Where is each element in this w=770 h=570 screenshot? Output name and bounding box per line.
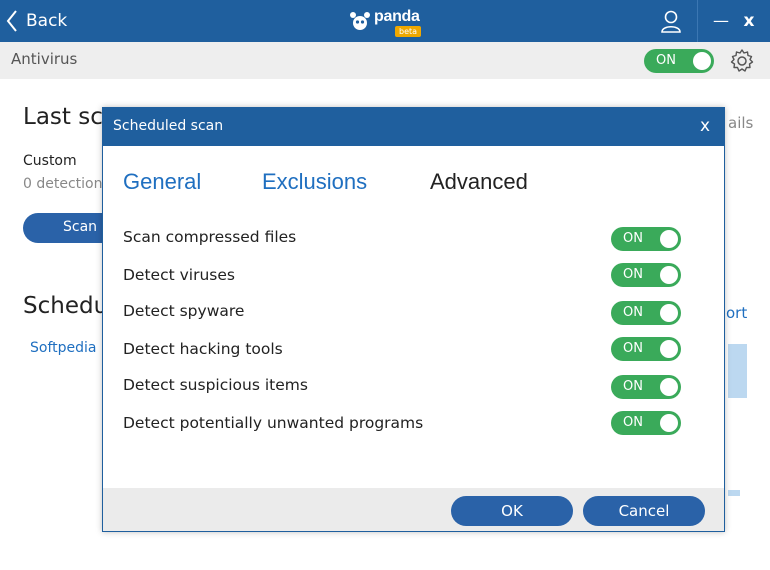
toggle-label: ON [623, 305, 643, 320]
detections-count: 0 detections [23, 176, 110, 192]
titlebar-separator [697, 0, 698, 42]
toggle-knob [660, 304, 678, 322]
chevron-left-icon [6, 10, 17, 32]
schedule-list-highlight [728, 344, 747, 398]
user-icon [661, 10, 681, 33]
tab-exclusions[interactable]: Exclusions [262, 169, 367, 195]
option-label-spyware: Detect spyware [123, 302, 245, 320]
toggle-detect-spyware[interactable]: ON [611, 301, 681, 325]
progress-fragment [728, 490, 740, 496]
toggle-knob [660, 414, 678, 432]
option-label-compressed: Scan compressed files [123, 228, 297, 246]
gear-icon [730, 49, 754, 72]
toggle-label: ON [623, 341, 643, 356]
antivirus-toggle[interactable]: ON [644, 49, 714, 73]
ok-button[interactable]: OK [451, 496, 573, 526]
toggle-detect-viruses[interactable]: ON [611, 263, 681, 287]
tab-general[interactable]: General [123, 169, 201, 195]
toggle-knob [660, 340, 678, 358]
details-link-partial[interactable]: ails [728, 114, 753, 132]
close-icon: x [699, 116, 711, 136]
dialog-title: Scheduled scan [113, 118, 224, 134]
settings-button[interactable] [729, 48, 755, 74]
tab-advanced[interactable]: Advanced [430, 169, 528, 195]
user-account-button[interactable] [645, 0, 697, 42]
toggle-label: ON [623, 415, 643, 430]
close-window-button[interactable]: x [738, 10, 760, 32]
option-label-suspicious: Detect suspicious items [123, 376, 308, 394]
scheduled-scan-item[interactable]: Softpedia [30, 340, 96, 356]
toggle-label: ON [623, 267, 643, 282]
scheduled-scans-heading: Schedu [23, 293, 109, 319]
scan-type-label: Custom [23, 153, 77, 169]
panda-logo: panda beta [348, 6, 428, 37]
toggle-label: ON [656, 53, 676, 68]
section-title: Antivirus [11, 50, 78, 68]
back-label: Back [26, 11, 68, 31]
minimize-button[interactable]: — [710, 10, 732, 32]
report-link-partial[interactable]: ort [726, 304, 747, 322]
option-label-pup: Detect potentially unwanted programs [123, 414, 424, 432]
toggle-knob [660, 378, 678, 396]
toggle-detect-hacking-tools[interactable]: ON [611, 337, 681, 361]
toggle-knob [660, 230, 678, 248]
close-icon: x [743, 11, 755, 31]
option-label-viruses: Detect viruses [123, 266, 235, 284]
beta-badge: beta [395, 26, 422, 37]
toggle-knob [660, 266, 678, 284]
minimize-icon: — [713, 11, 729, 30]
toggle-detect-pup[interactable]: ON [611, 411, 681, 435]
logo-wordmark: panda [374, 8, 420, 25]
panda-paw-icon [350, 12, 370, 30]
back-button[interactable]: Back [6, 6, 67, 36]
toggle-label: ON [623, 231, 643, 246]
dialog-close-button[interactable]: x [693, 114, 717, 138]
toggle-detect-suspicious[interactable]: ON [611, 375, 681, 399]
toggle-label: ON [623, 379, 643, 394]
toggle-scan-compressed[interactable]: ON [611, 227, 681, 251]
toggle-knob [693, 52, 711, 70]
option-label-hacking: Detect hacking tools [123, 340, 283, 358]
cancel-button[interactable]: Cancel [583, 496, 705, 526]
